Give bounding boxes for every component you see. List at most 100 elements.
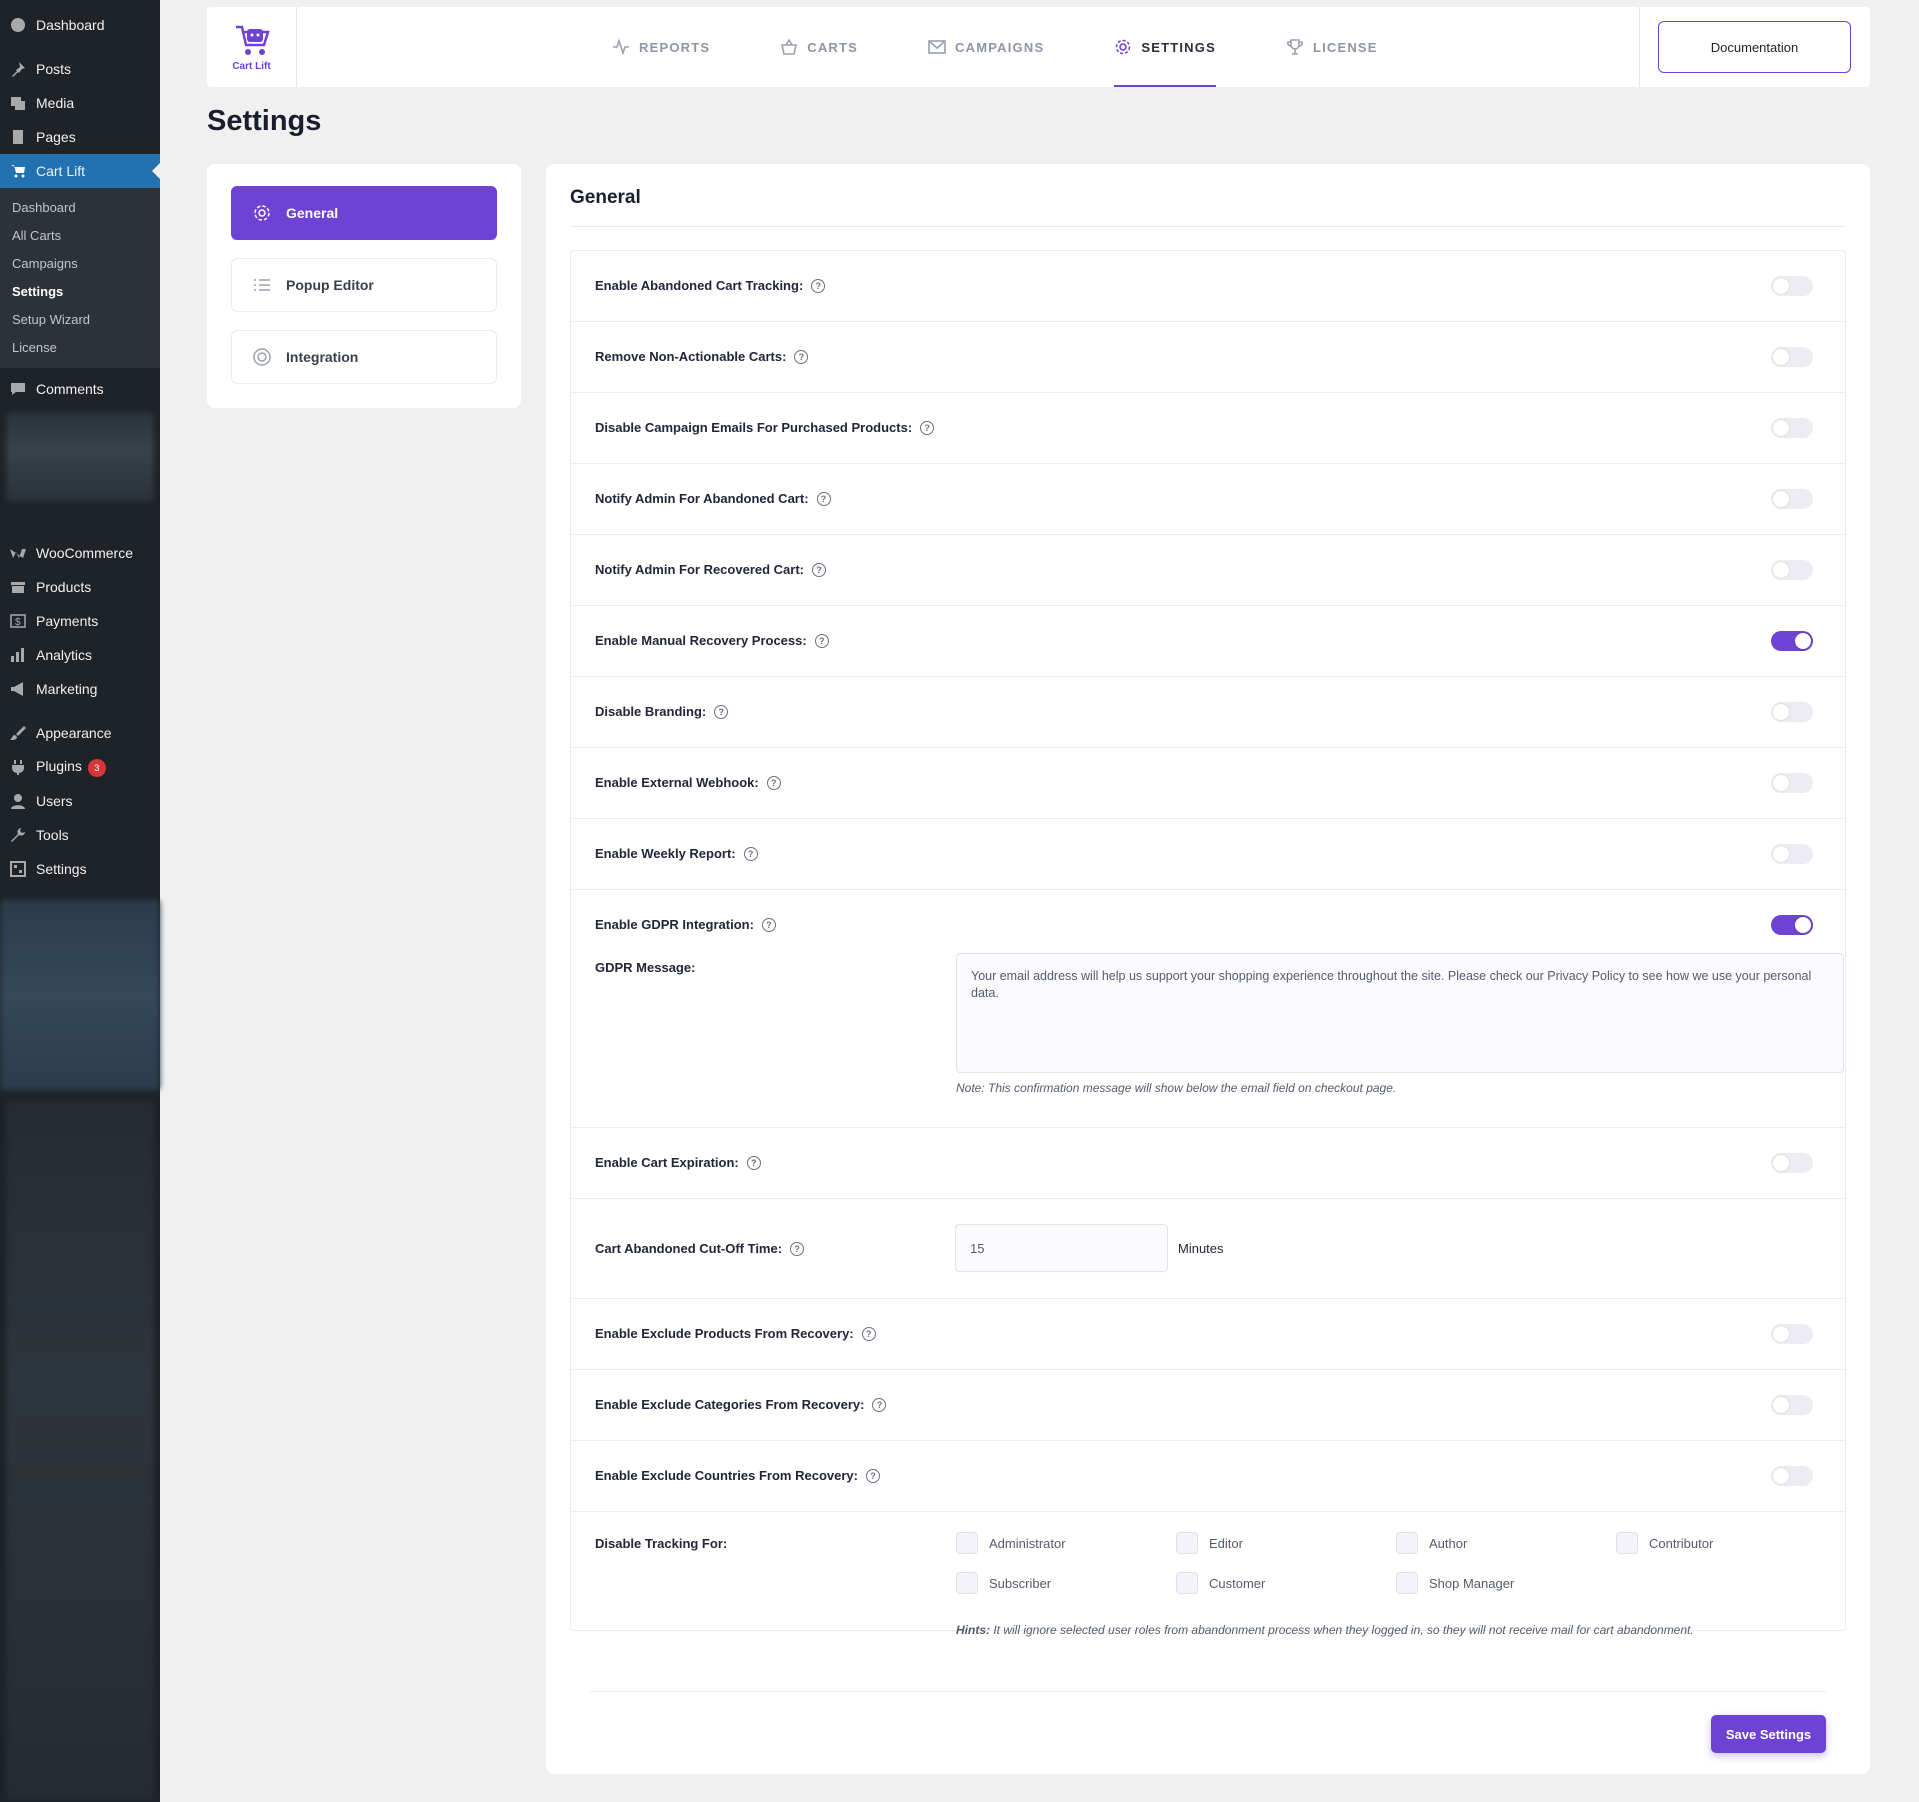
tab-carts[interactable]: CARTS <box>745 7 893 87</box>
help-icon[interactable]: ? <box>743 846 758 861</box>
wp-menu-analytics[interactable]: Analytics <box>0 638 160 672</box>
toggle-exclude-products[interactable] <box>1771 1324 1813 1344</box>
redacted-menu-block-2 <box>0 900 160 1090</box>
submenu-dashboard[interactable]: Dashboard <box>0 194 160 222</box>
toggle-notify-admin-recovered[interactable] <box>1771 560 1813 580</box>
toggle-disable-campaign-emails[interactable] <box>1771 418 1813 438</box>
panel-divider <box>570 226 1846 227</box>
list-icon <box>254 279 270 291</box>
help-icon[interactable]: ? <box>872 1397 887 1412</box>
help-icon[interactable]: ? <box>761 917 776 932</box>
help-icon[interactable]: ? <box>811 278 826 293</box>
help-icon[interactable]: ? <box>714 704 729 719</box>
toggle-external-webhook[interactable] <box>1771 773 1813 793</box>
submenu-settings[interactable]: Settings <box>0 278 160 306</box>
wp-menu-comments[interactable]: Comments <box>0 372 160 406</box>
role-contributor[interactable]: Contributor <box>1616 1532 1836 1554</box>
role-editor[interactable]: Editor <box>1176 1532 1396 1554</box>
toggle-exclude-categories[interactable] <box>1771 1395 1813 1415</box>
setting-row-exclude-countries: Enable Exclude Countries From Recovery:? <box>571 1441 1845 1512</box>
wp-menu-appearance[interactable]: Appearance <box>0 716 160 750</box>
help-icon[interactable]: ? <box>766 775 781 790</box>
save-settings-button[interactable]: Save Settings <box>1711 1715 1826 1753</box>
gdpr-message-textarea[interactable]: Your email address will help us support … <box>956 953 1844 1073</box>
help-icon[interactable]: ? <box>814 633 829 648</box>
setting-row-manual-recovery: Enable Manual Recovery Process:? <box>571 606 1845 677</box>
wp-menu-woocommerce[interactable]: WooCommerce <box>0 536 160 570</box>
tracking-hint: Hints: It will ignore selected user role… <box>956 1623 1694 1637</box>
cutoff-time-input[interactable] <box>955 1224 1168 1272</box>
toggle-gdpr[interactable] <box>1771 915 1813 935</box>
cart-lift-logo-icon <box>235 25 270 55</box>
wp-menu-pages[interactable]: Pages <box>0 120 160 154</box>
help-icon[interactable]: ? <box>794 349 809 364</box>
menu-integration[interactable]: Integration <box>231 330 497 384</box>
gear-icon <box>254 205 270 221</box>
submenu-campaigns[interactable]: Campaigns <box>0 250 160 278</box>
checkbox[interactable] <box>1396 1532 1418 1554</box>
toggle-abandoned-cart-tracking[interactable] <box>1771 276 1813 296</box>
redacted-menu-block-3 <box>6 1100 154 1800</box>
role-author[interactable]: Author <box>1396 1532 1616 1554</box>
toggle-notify-admin-abandoned[interactable] <box>1771 489 1813 509</box>
dashboard-icon <box>9 16 27 34</box>
wp-menu-users[interactable]: Users <box>0 784 160 818</box>
gdpr-note: Note: This confirmation message will sho… <box>956 1081 1397 1095</box>
documentation-button[interactable]: Documentation <box>1658 21 1851 73</box>
checkbox[interactable] <box>956 1572 978 1594</box>
tab-reports[interactable]: REPORTS <box>577 7 745 87</box>
top-tabs: REPORTS CARTS CAMPAIGNS SETTINGS LICENSE <box>577 7 1413 87</box>
toggle-weekly-report[interactable] <box>1771 844 1813 864</box>
checkbox[interactable] <box>1176 1572 1198 1594</box>
menu-general[interactable]: General <box>231 186 497 240</box>
panel-title: General <box>570 187 641 208</box>
toggle-manual-recovery[interactable] <box>1771 631 1813 651</box>
menu-popup-editor[interactable]: Popup Editor <box>231 258 497 312</box>
wp-menu-products[interactable]: Products <box>0 570 160 604</box>
toggle-exclude-countries[interactable] <box>1771 1466 1813 1486</box>
submenu-setup-wizard[interactable]: Setup Wizard <box>0 306 160 334</box>
submenu-license[interactable]: License <box>0 334 160 362</box>
mail-icon <box>928 40 946 54</box>
tab-campaigns[interactable]: CAMPAIGNS <box>893 7 1079 87</box>
integration-icon <box>253 348 271 366</box>
help-icon[interactable]: ? <box>746 1155 761 1170</box>
role-shop-manager[interactable]: Shop Manager <box>1396 1572 1616 1594</box>
megaphone-icon <box>9 680 27 698</box>
wp-menu-plugins[interactable]: Plugins 3 <box>0 750 160 784</box>
help-icon[interactable]: ? <box>861 1326 876 1341</box>
help-icon[interactable]: ? <box>812 562 826 577</box>
cart-lift-logo[interactable]: Cart Lift <box>207 7 297 87</box>
svg-text:$: $ <box>15 617 21 628</box>
help-icon[interactable]: ? <box>920 420 935 435</box>
tab-settings[interactable]: SETTINGS <box>1079 7 1251 87</box>
setting-row-remove-non-actionable: Remove Non-Actionable Carts:? <box>571 322 1845 393</box>
help-icon[interactable]: ? <box>865 1468 880 1483</box>
submenu-all-carts[interactable]: All Carts <box>0 222 160 250</box>
role-administrator[interactable]: Administrator <box>956 1532 1176 1554</box>
checkbox[interactable] <box>956 1532 978 1554</box>
checkbox[interactable] <box>1616 1532 1638 1554</box>
help-icon[interactable]: ? <box>816 491 831 506</box>
wp-menu-tools[interactable]: Tools <box>0 818 160 852</box>
role-customer[interactable]: Customer <box>1176 1572 1396 1594</box>
toggle-disable-branding[interactable] <box>1771 702 1813 722</box>
page-title: Settings <box>207 105 322 137</box>
cart-lift-top-nav: Cart Lift REPORTS CARTS CAMPAIGNS SETTIN… <box>207 7 1870 87</box>
role-subscriber[interactable]: Subscriber <box>956 1572 1176 1594</box>
wp-menu-marketing[interactable]: Marketing <box>0 672 160 706</box>
tab-license[interactable]: LICENSE <box>1251 7 1413 87</box>
wp-menu-cart-lift[interactable]: Cart Lift <box>0 154 160 188</box>
help-icon[interactable]: ? <box>790 1241 805 1256</box>
settings-side-menu: General Popup Editor Integration <box>207 164 521 408</box>
toggle-remove-non-actionable[interactable] <box>1771 347 1813 367</box>
wp-menu-settings[interactable]: Settings <box>0 852 160 886</box>
footer-divider <box>590 1691 1826 1692</box>
checkbox[interactable] <box>1396 1572 1418 1594</box>
wp-menu-media[interactable]: Media <box>0 86 160 120</box>
wp-menu-posts[interactable]: Posts <box>0 52 160 86</box>
checkbox[interactable] <box>1176 1532 1198 1554</box>
wp-menu-payments[interactable]: $ Payments <box>0 604 160 638</box>
toggle-cart-expiration[interactable] <box>1771 1153 1813 1173</box>
wp-menu-dashboard[interactable]: Dashboard <box>0 8 160 42</box>
